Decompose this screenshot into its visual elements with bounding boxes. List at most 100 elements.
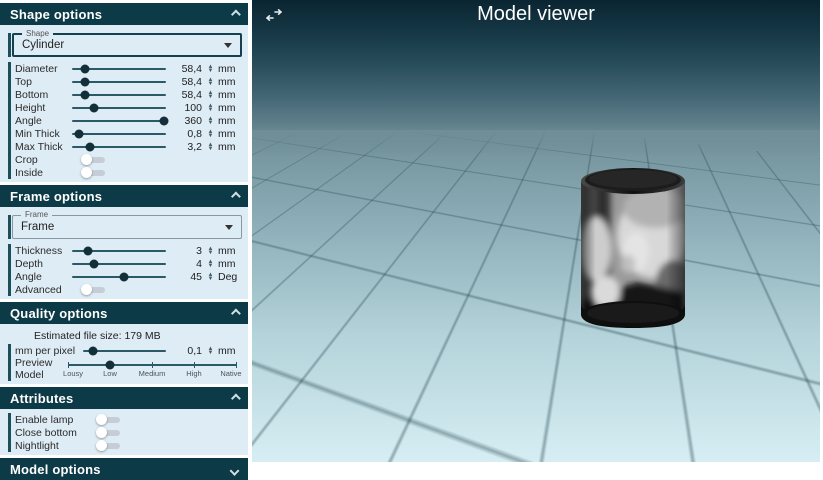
toggle-row: Crop [8, 153, 242, 166]
shape-options-header[interactable]: Shape options [0, 3, 248, 25]
panel-title: Attributes [10, 391, 73, 406]
frame-options-header[interactable]: Frame options [0, 185, 248, 207]
panel-title: Frame options [10, 189, 102, 204]
min-thick-slider[interactable] [72, 133, 166, 135]
model-options-header[interactable]: Model options [0, 458, 248, 480]
accent-bar [8, 33, 11, 57]
angle-value[interactable]: 360 [172, 115, 202, 127]
panel-title: Model options [10, 462, 101, 477]
panel-title: Quality options [10, 306, 108, 321]
slider-row: Max Thick 3,2 ▲▼ mm [8, 140, 242, 153]
nightlight-toggle[interactable] [96, 440, 122, 451]
angle-slider[interactable] [72, 120, 166, 122]
model-quality-slider[interactable]: Lousy Low Medium High Native [68, 361, 236, 379]
slider-knob[interactable] [85, 142, 94, 151]
bottom-value[interactable]: 58,4 [172, 89, 202, 101]
model-viewer-canvas[interactable]: Model viewer [252, 0, 820, 462]
value-stepper[interactable]: ▲▼ [205, 247, 216, 255]
slider-knob[interactable] [81, 64, 90, 73]
chevron-up-icon [231, 393, 241, 403]
slider-knob[interactable] [81, 77, 90, 86]
value-stepper[interactable]: ▲▼ [205, 273, 216, 281]
max-thick-value[interactable]: 3,2 [172, 141, 202, 153]
min-thick-value[interactable]: 0,8 [172, 128, 202, 140]
attributes-body: Enable lamp Close bottom Nightlight [0, 409, 248, 455]
top-value[interactable]: 58,4 [172, 76, 202, 88]
crop-toggle[interactable] [81, 154, 107, 165]
value-stepper[interactable]: ▲▼ [205, 143, 216, 151]
slider-row: mm per pixel 0,1 ▲▼ mm [8, 344, 242, 357]
slider-row: Angle 45 ▲▼ Deg [8, 270, 242, 283]
quality-tick-labels: Lousy Low Medium High Native [68, 369, 236, 378]
inside-toggle[interactable] [81, 167, 107, 178]
advanced-toggle[interactable] [81, 284, 107, 295]
attributes-header[interactable]: Attributes [0, 387, 248, 409]
quality-track[interactable] [68, 364, 236, 366]
options-sidebar: Shape options Shape Cylinder Diameter 58… [0, 0, 248, 462]
slider-knob[interactable] [83, 246, 92, 255]
quality-options-header[interactable]: Quality options [0, 302, 248, 324]
toggle-row: Enable lamp [8, 413, 242, 426]
slider-knob[interactable] [81, 90, 90, 99]
slider-knob[interactable] [160, 116, 169, 125]
close-bottom-toggle[interactable] [96, 427, 122, 438]
value-stepper[interactable]: ▲▼ [205, 65, 216, 73]
shape-select[interactable]: Shape Cylinder [12, 33, 242, 57]
value-stepper[interactable]: ▲▼ [205, 117, 216, 125]
value-stepper[interactable]: ▲▼ [205, 91, 216, 99]
depth-slider[interactable] [72, 263, 166, 265]
height-slider[interactable] [72, 107, 166, 109]
frame-select[interactable]: Frame Frame [12, 215, 242, 239]
slider-row: Bottom 58,4 ▲▼ mm [8, 88, 242, 101]
value-stepper[interactable]: ▲▼ [205, 347, 216, 355]
select-value: Frame [21, 221, 54, 233]
diameter-value[interactable]: 58,4 [172, 63, 202, 75]
accent-bar [8, 215, 11, 239]
toggle-row: Inside [8, 166, 242, 179]
chevron-up-icon [231, 308, 241, 318]
value-stepper[interactable]: ▲▼ [205, 78, 216, 86]
slider-knob[interactable] [88, 346, 97, 355]
select-value: Cylinder [22, 39, 64, 51]
mm-per-pixel-slider[interactable] [83, 350, 166, 352]
slider-row: Height 100 ▲▼ mm [8, 101, 242, 114]
value-stepper[interactable]: ▲▼ [205, 260, 216, 268]
chevron-up-icon [231, 9, 241, 19]
top-slider[interactable] [72, 81, 166, 83]
diameter-slider[interactable] [72, 68, 166, 70]
slider-row: Top 58,4 ▲▼ mm [8, 75, 242, 88]
slider-row: Depth 4 ▲▼ mm [8, 257, 242, 270]
thickness-value[interactable]: 3 [172, 245, 202, 257]
value-stepper[interactable]: ▲▼ [205, 130, 216, 138]
depth-value[interactable]: 4 [172, 258, 202, 270]
thickness-slider[interactable] [72, 250, 166, 252]
shape-options-body: Shape Cylinder Diameter 58,4 ▲▼ mm Top 5… [0, 25, 248, 182]
grid-plane [252, 130, 820, 414]
slider-knob[interactable] [74, 129, 83, 138]
slider-row: Min Thick 0,8 ▲▼ mm [8, 127, 242, 140]
chevron-up-icon [231, 191, 241, 201]
slider-knob[interactable] [119, 272, 128, 281]
scene-ground [252, 130, 820, 462]
toggle-row: Close bottom [8, 426, 242, 439]
slider-knob[interactable] [89, 259, 98, 268]
frame-angle-value[interactable]: 45 [172, 271, 202, 283]
enable-lamp-toggle[interactable] [96, 414, 122, 425]
toggle-row: Nightlight [8, 439, 242, 452]
slider-knob[interactable] [89, 103, 98, 112]
select-label: Shape [22, 29, 53, 38]
toggle-row: Advanced [8, 283, 242, 296]
frame-angle-slider[interactable] [72, 276, 166, 278]
value-stepper[interactable]: ▲▼ [205, 104, 216, 112]
file-size-estimate: Estimated file size: 179 MB [8, 328, 242, 344]
frame-options-body: Frame Frame Thickness 3 ▲▼ mm Depth 4 ▲▼… [0, 207, 248, 299]
height-value[interactable]: 100 [172, 102, 202, 114]
slider-row: Diameter 58,4 ▲▼ mm [8, 62, 242, 75]
bottom-slider[interactable] [72, 94, 166, 96]
preview-label[interactable]: Preview [15, 357, 72, 369]
max-thick-slider[interactable] [72, 146, 166, 148]
lithophane-cylinder-model [576, 164, 690, 334]
slider-row: Angle 360 ▲▼ mm [8, 114, 242, 127]
panel-title: Shape options [10, 7, 102, 22]
mm-per-pixel-value[interactable]: 0,1 [172, 345, 202, 357]
